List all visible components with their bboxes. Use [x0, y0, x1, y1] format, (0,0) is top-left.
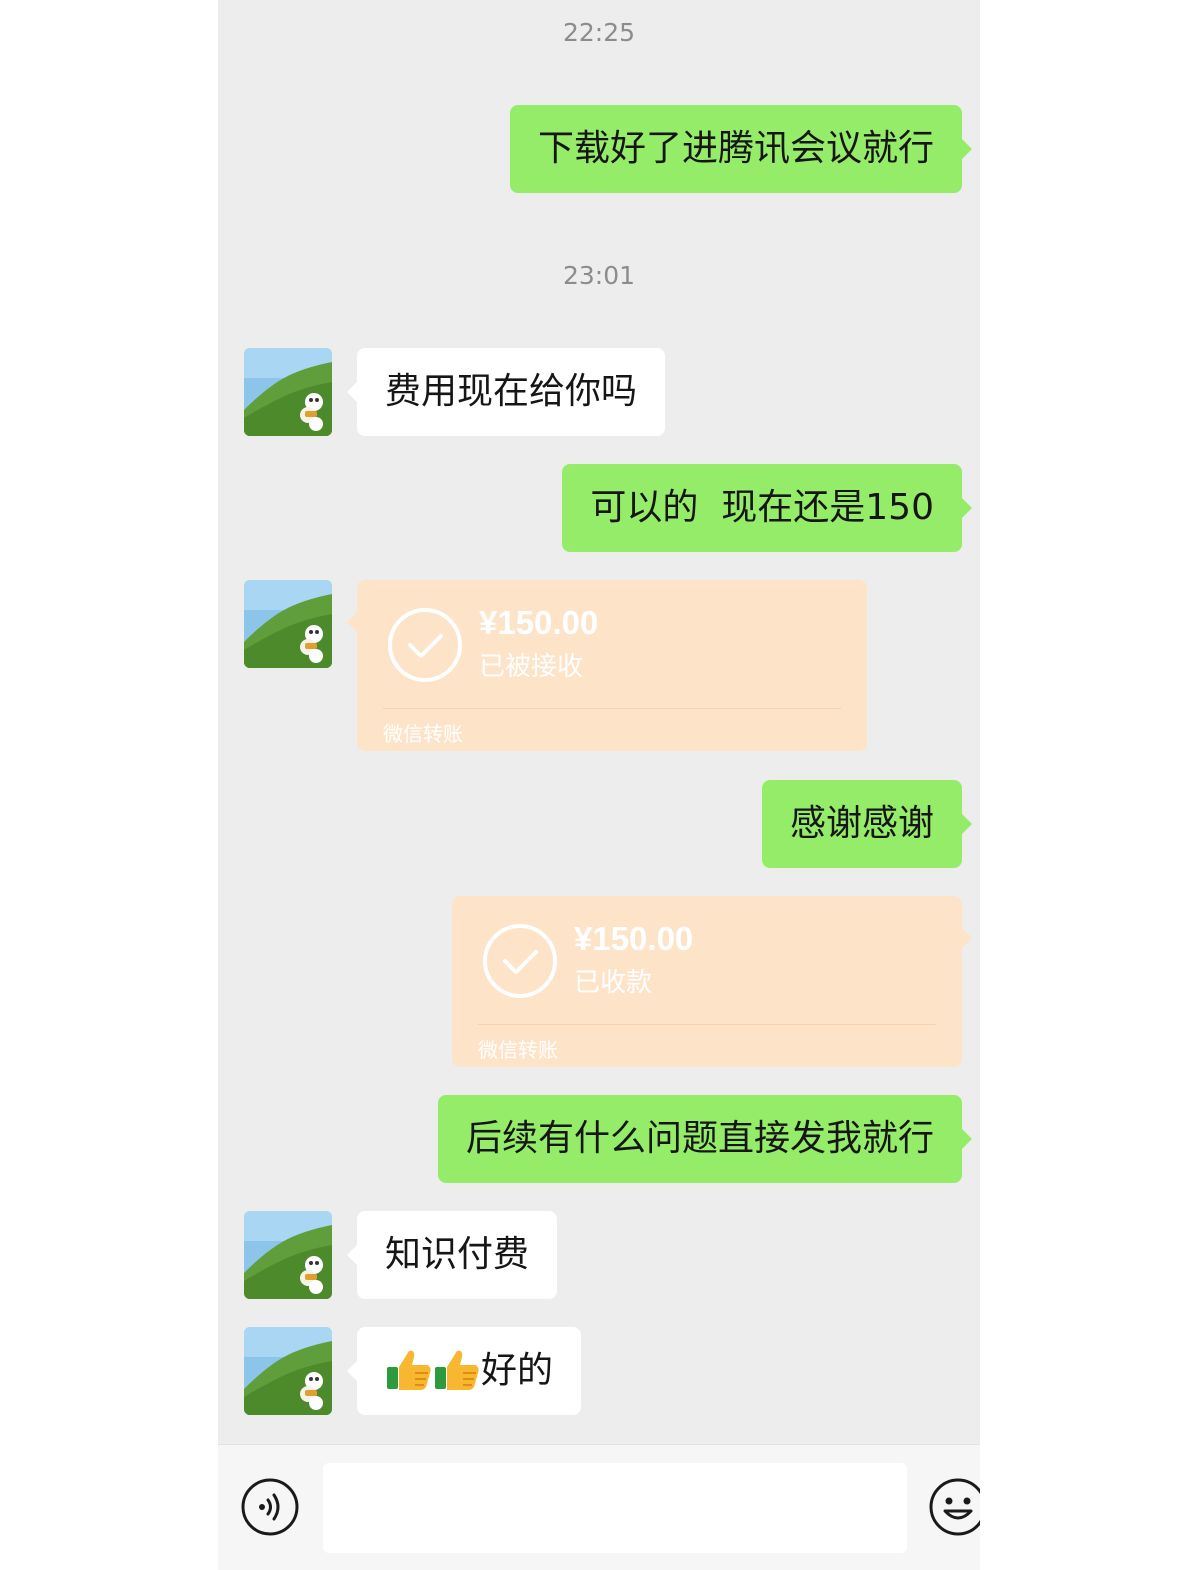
check-circle-icon: [388, 608, 462, 682]
transfer-divider: [478, 1024, 936, 1025]
transfer-amount: ¥150.00: [479, 604, 599, 641]
incoming-message-bubble[interactable]: 费用现在给你吗: [346, 348, 666, 436]
voice-mode-icon[interactable]: [240, 1477, 300, 1537]
input-bar: [218, 1444, 980, 1570]
incoming-message-bubble[interactable]: 知识付费: [346, 1211, 558, 1299]
chat-screen: 22:25 下载好了进腾讯会议就行 23:01 费用现在给你吗 可以的 现在还是…: [218, 0, 980, 1570]
transfer-label: 微信转账: [383, 722, 463, 746]
thumbs-up-icon: [387, 1350, 431, 1390]
timestamp: 23:01: [562, 261, 636, 290]
timestamp: 22:25: [562, 18, 636, 47]
message-input[interactable]: [323, 1463, 907, 1553]
transfer-label: 微信转账: [478, 1038, 558, 1062]
thumbs-up-icon: [435, 1350, 479, 1390]
transfer-status: 已被接收: [479, 652, 584, 682]
outgoing-message-bubble[interactable]: 可以的 现在还是150: [562, 464, 972, 552]
outgoing-message-bubble[interactable]: 下载好了进腾讯会议就行: [509, 105, 973, 193]
outgoing-message-bubble[interactable]: 后续有什么问题直接发我就行: [437, 1095, 973, 1183]
transfer-divider: [383, 708, 841, 709]
incoming-message-bubble[interactable]: 好的: [346, 1327, 582, 1415]
transfer-card[interactable]: ¥150.00 已收款 微信转账: [452, 896, 972, 1067]
transfer-amount: ¥150.00: [574, 920, 694, 957]
transfer-status: 已收款: [574, 968, 653, 998]
check-circle-icon: [483, 924, 557, 998]
outgoing-message-bubble[interactable]: 感谢感谢: [761, 780, 973, 868]
contact-avatar[interactable]: [244, 1327, 332, 1415]
message-text: 好的: [481, 1350, 554, 1391]
contact-avatar[interactable]: [244, 348, 332, 436]
transfer-card[interactable]: ¥150.00 已被接收 微信转账: [347, 580, 867, 751]
contact-avatar[interactable]: [244, 1211, 332, 1299]
emoji-face-icon[interactable]: [928, 1477, 980, 1537]
contact-avatar[interactable]: [244, 580, 332, 668]
